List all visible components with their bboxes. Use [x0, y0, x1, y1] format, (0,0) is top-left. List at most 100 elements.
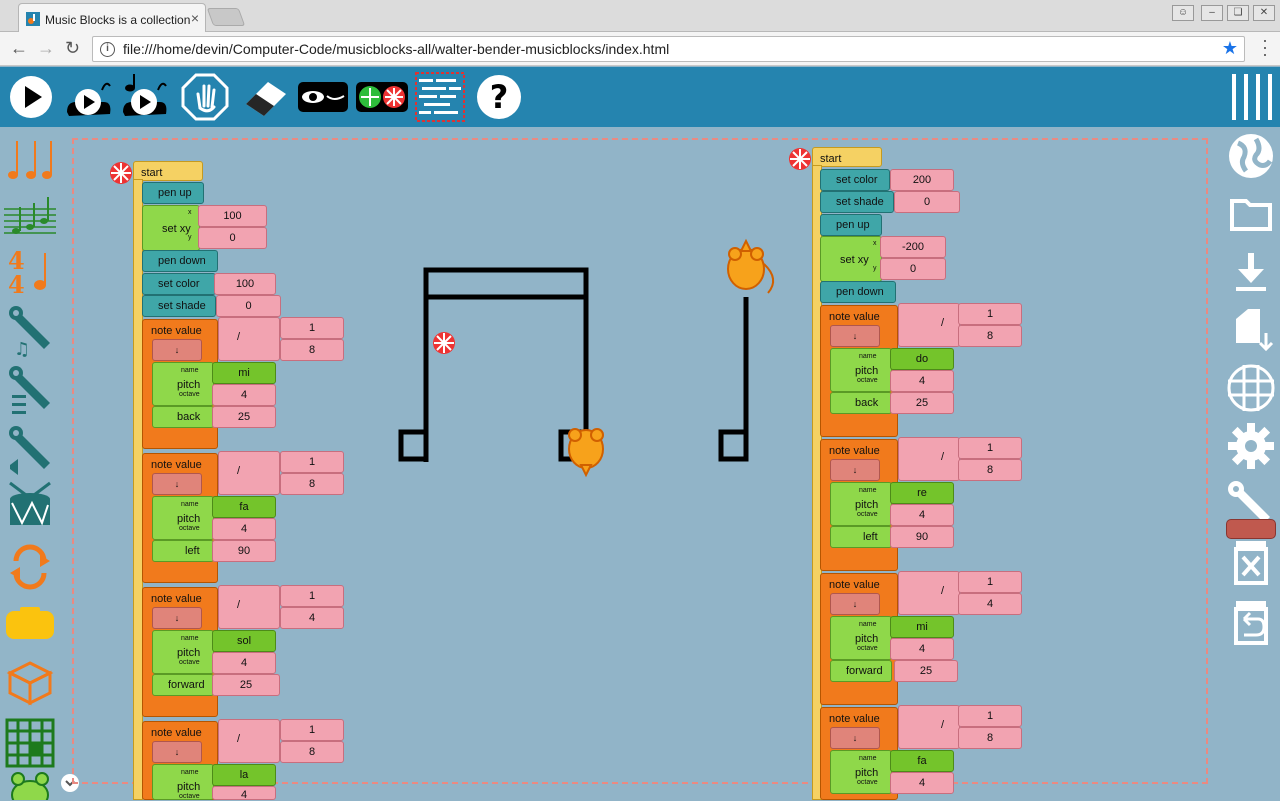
close-window-icon[interactable]: ✕ — [1253, 5, 1275, 21]
pitch-block[interactable]: pitch name octave — [152, 496, 214, 540]
trash-icon[interactable] — [1226, 537, 1276, 587]
eraser-icon[interactable] — [240, 72, 290, 122]
pen-up-block[interactable]: pen up — [142, 182, 204, 204]
note-name-input[interactable]: fa — [212, 496, 276, 518]
tone-palette-icon[interactable]: ♫ — [4, 305, 56, 357]
numerator-input[interactable]: 1 — [280, 719, 344, 741]
octave-input[interactable]: 4 — [212, 518, 276, 540]
move-block[interactable]: back — [152, 406, 214, 428]
reload-icon[interactable]: ↻ — [65, 38, 80, 59]
move-input[interactable]: 90 — [890, 526, 954, 548]
ornament-palette-icon[interactable] — [4, 365, 56, 417]
move-block[interactable]: forward — [830, 660, 892, 682]
note-name-input[interactable]: la — [212, 764, 276, 786]
numerator-input[interactable]: 1 — [280, 451, 344, 473]
globe-icon[interactable] — [1226, 131, 1276, 181]
set-xy-x-input[interactable]: -200 — [880, 236, 946, 258]
pitch-block[interactable]: pitch name octave — [830, 348, 892, 392]
denominator-input[interactable]: 4 — [958, 593, 1022, 615]
tab-close-icon[interactable]: × — [191, 10, 199, 26]
collapse-arrow[interactable]: ↓ — [152, 473, 202, 495]
workspace-canvas[interactable]: start pen up set xy x y 100 0 pen down set… — [60, 127, 1222, 801]
octave-input[interactable]: 4 — [890, 638, 954, 660]
move-block[interactable]: forward — [152, 674, 214, 696]
pitch-block[interactable]: pitch name octave — [830, 482, 892, 526]
hide-blocks-icon[interactable] — [296, 72, 350, 122]
octave-input[interactable]: 4 — [212, 786, 276, 801]
collapse-arrow[interactable]: ↓ — [152, 339, 202, 361]
move-input[interactable]: 25 — [212, 406, 276, 428]
time-signature-palette-icon[interactable]: 44 — [4, 245, 56, 297]
restore-trash-icon[interactable] — [1226, 597, 1276, 647]
divide-block[interactable]: / — [898, 705, 960, 749]
start-block[interactable]: start — [133, 161, 203, 181]
move-input[interactable]: 25 — [212, 674, 280, 696]
pen-down-block[interactable]: pen down — [820, 281, 896, 303]
numerator-input[interactable]: 1 — [280, 317, 344, 339]
flow-palette-icon[interactable] — [4, 541, 56, 593]
set-xy-y-input[interactable]: 0 — [880, 258, 946, 280]
numerator-input[interactable]: 1 — [958, 705, 1022, 727]
octave-input[interactable]: 4 — [890, 370, 954, 392]
slow-play-icon[interactable] — [64, 72, 114, 122]
save-download-icon[interactable] — [1226, 247, 1276, 297]
move-input[interactable]: 25 — [890, 392, 954, 414]
divide-block[interactable]: / — [898, 303, 960, 347]
collapse-icon[interactable] — [354, 72, 410, 122]
pitch-block[interactable]: pitch name octave — [152, 630, 214, 674]
note-name-input[interactable]: mi — [890, 616, 954, 638]
denominator-input[interactable]: 8 — [958, 325, 1022, 347]
divide-block[interactable]: / — [218, 451, 280, 495]
set-xy-y-input[interactable]: 0 — [198, 227, 267, 249]
set-shade-block[interactable]: set shade — [820, 191, 894, 213]
denominator-input[interactable]: 8 — [280, 339, 344, 361]
move-input[interactable]: 25 — [894, 660, 958, 682]
set-xy-x-input[interactable]: 100 — [198, 205, 267, 227]
set-color-block[interactable]: set color — [820, 169, 890, 191]
pitch-block[interactable]: pitch name octave — [830, 750, 892, 794]
collapse-arrow[interactable]: ↓ — [830, 325, 880, 347]
info-icon[interactable]: i — [100, 42, 115, 57]
collapse-arrow[interactable]: ↓ — [830, 593, 880, 615]
move-input[interactable]: 90 — [212, 540, 276, 562]
play-icon[interactable] — [6, 72, 56, 122]
move-block[interactable]: back — [830, 392, 892, 414]
note-name-input[interactable]: fa — [890, 750, 954, 772]
new-project-icon[interactable] — [1226, 305, 1276, 355]
pitch-block[interactable]: pitch name octave — [830, 616, 892, 660]
mouse-palette-icon[interactable] — [4, 769, 56, 800]
restore-icon[interactable]: ❏ — [1227, 5, 1249, 21]
note-name-input[interactable]: mi — [212, 362, 276, 384]
collapse-arrow[interactable]: ↓ — [830, 459, 880, 481]
pitch-block[interactable]: pitch name octave — [152, 362, 214, 406]
set-xy-block[interactable]: set xy x y — [142, 205, 200, 251]
set-shade-input[interactable]: 0 — [894, 191, 960, 213]
divide-block[interactable]: / — [218, 317, 280, 361]
octave-input[interactable]: 4 — [890, 772, 954, 794]
set-shade-input[interactable]: 0 — [216, 295, 281, 317]
note-name-input[interactable]: re — [890, 482, 954, 504]
block-menu-icon[interactable] — [414, 69, 466, 125]
set-shade-block[interactable]: set shade — [142, 295, 216, 317]
divide-block[interactable]: / — [218, 719, 280, 763]
set-color-block[interactable]: set color — [142, 273, 216, 295]
octave-input[interactable]: 4 — [890, 504, 954, 526]
note-name-input[interactable]: do — [890, 348, 954, 370]
divide-block[interactable]: / — [218, 585, 280, 629]
denominator-input[interactable]: 8 — [280, 473, 344, 495]
numerator-input[interactable]: 1 — [958, 571, 1022, 593]
denominator-input[interactable]: 4 — [280, 607, 344, 629]
octave-input[interactable]: 4 — [212, 652, 276, 674]
boxes-palette-icon[interactable] — [4, 657, 56, 709]
settings-gear-icon[interactable] — [1226, 421, 1276, 471]
numerator-input[interactable]: 1 — [958, 303, 1022, 325]
move-block[interactable]: left — [830, 526, 892, 548]
browser-tab[interactable]: Music Blocks is a collection × — [18, 3, 206, 32]
denominator-input[interactable]: 8 — [958, 727, 1022, 749]
action-palette-icon[interactable] — [4, 599, 56, 651]
user-icon[interactable]: ☺ — [1172, 5, 1194, 21]
stop-icon[interactable] — [180, 72, 230, 122]
volume-palette-icon[interactable] — [4, 425, 56, 477]
divide-block[interactable]: / — [898, 437, 960, 481]
grid-icon[interactable] — [1224, 363, 1278, 413]
